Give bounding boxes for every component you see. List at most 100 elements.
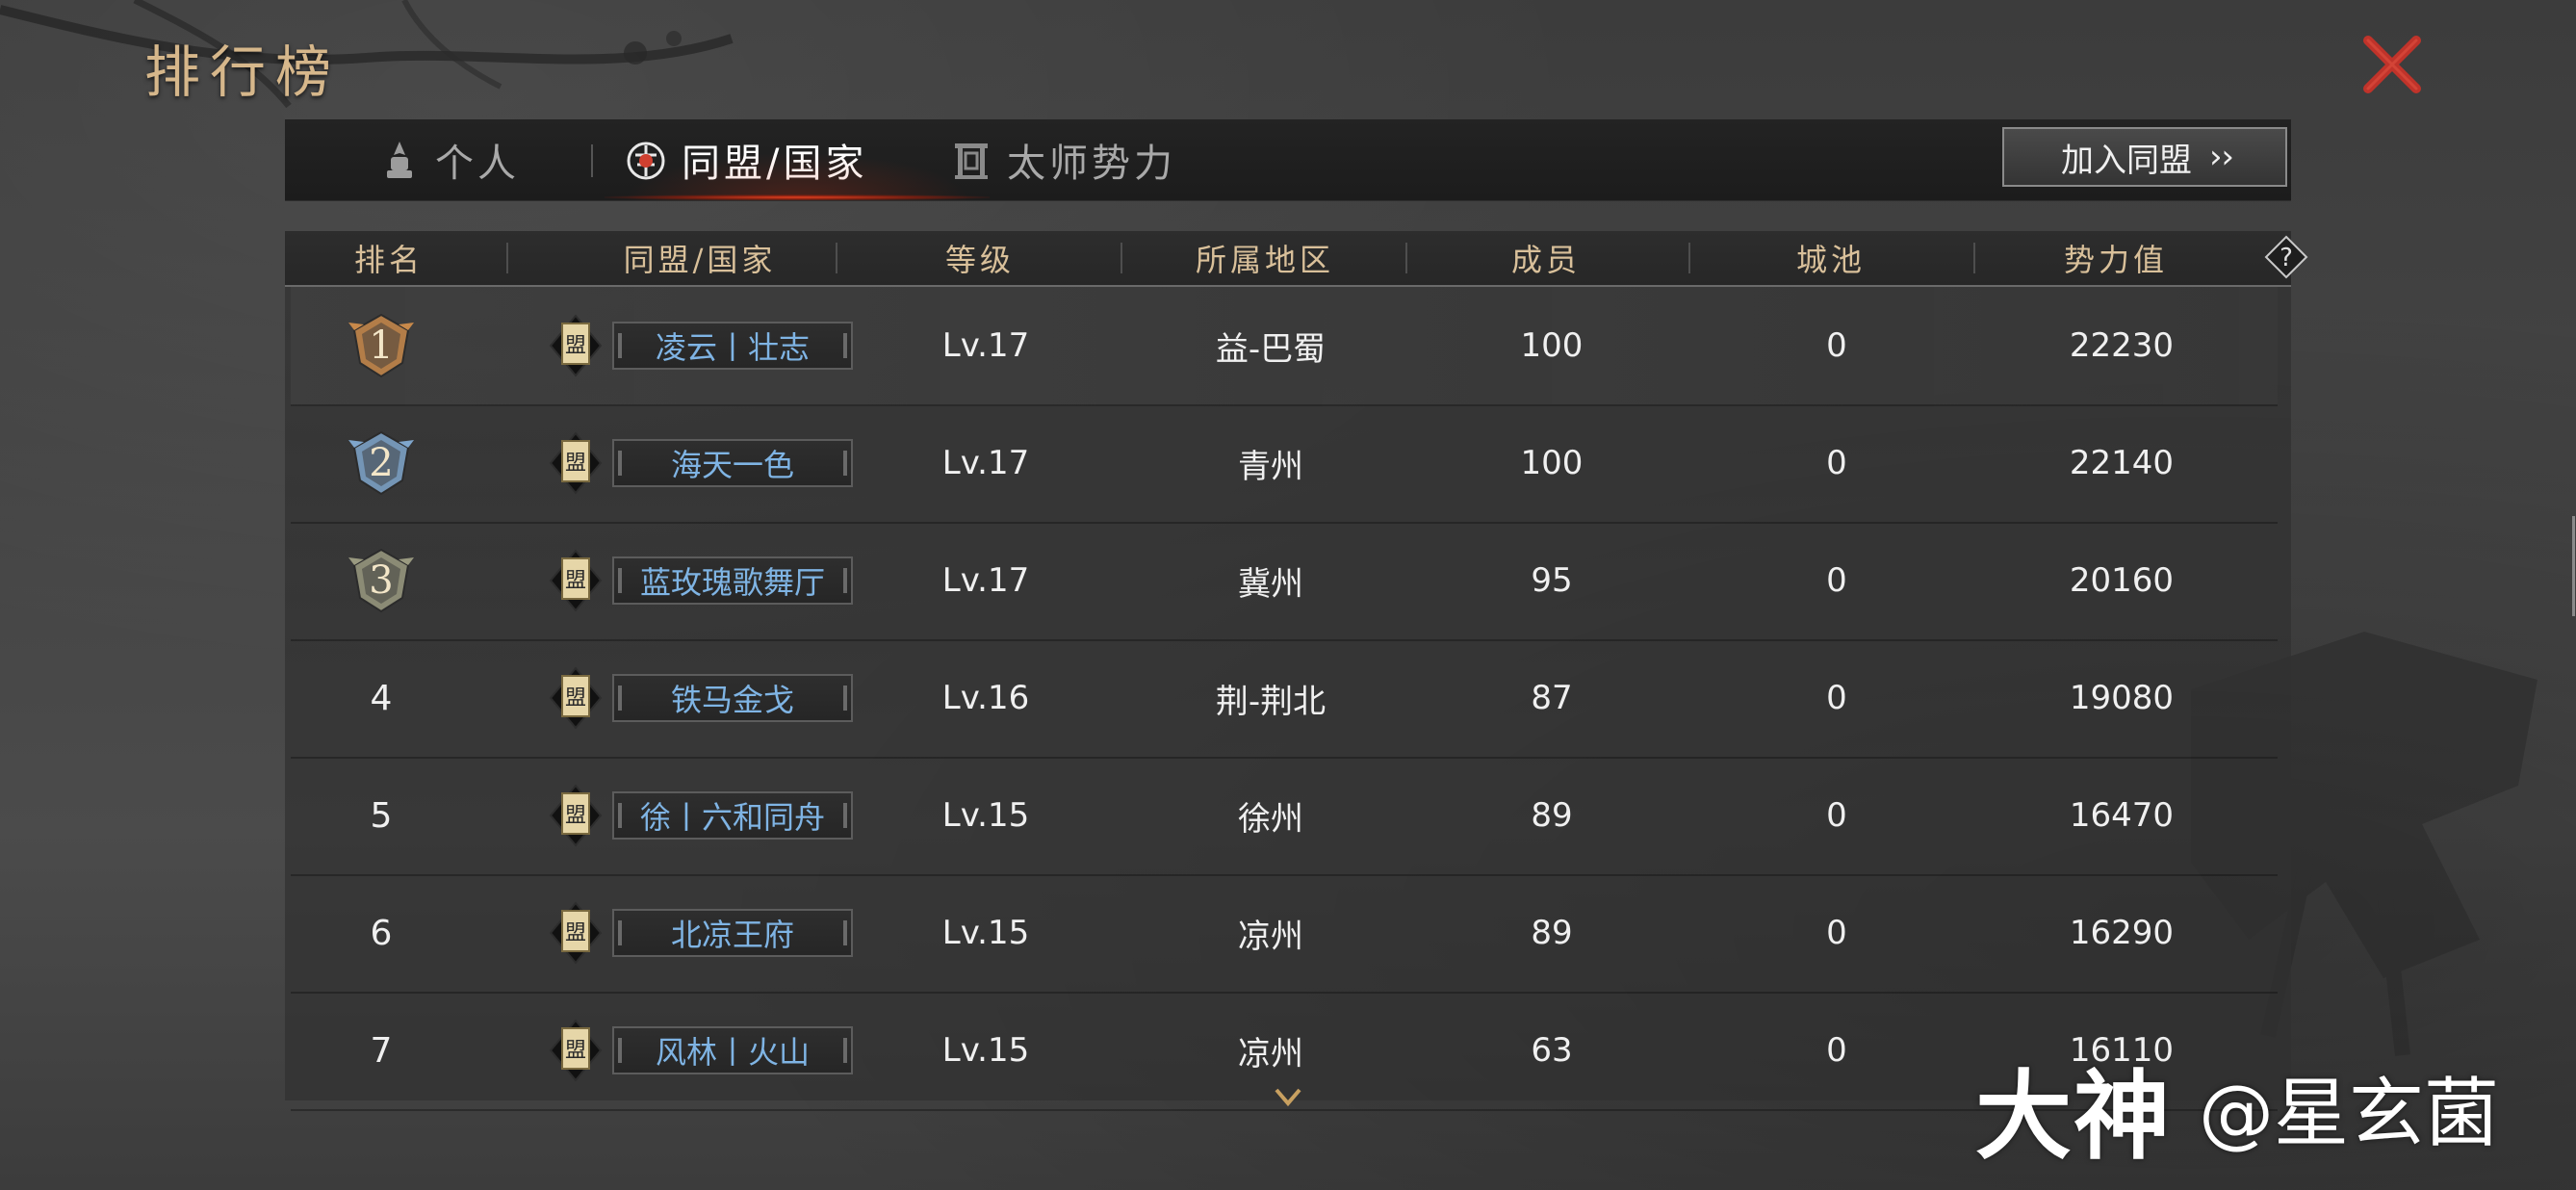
tab-taishi[interactable]: 太师势力 [949,119,1176,200]
rank-number: 1 [369,323,394,368]
ranking-table: 排名 同盟/国家 等级 所属地区 成员 城池 势力值 ? 1 盟 凌云丨壮志 L… [285,231,2575,1111]
region-cell: 青州 [1238,447,1303,486]
level-cell: Lv.15 [941,796,1030,835]
alliance-icon-char: 盟 [565,569,586,593]
cities-cell: 0 [1826,444,1847,482]
col-header-alliance: 同盟/国家 [623,242,777,278]
level-cell: Lv.17 [941,326,1030,365]
table-row[interactable]: 4 盟 铁马金戈 Lv.16 荆-荆北 87 0 19080 [291,639,2278,759]
alliance-name-link[interactable]: 徐丨六和同舟 [612,791,853,840]
col-header-level: 等级 [944,242,1015,278]
alliance-cell: 盟 铁马金戈 [508,639,893,757]
alliance-name: 海天一色 [670,447,794,483]
alliance-cell: 盟 蓝玫瑰歌舞厅 [508,522,893,639]
alliance-banner-icon: 盟 [549,1019,603,1082]
power-cell: 22140 [2069,444,2175,482]
level-cell: Lv.16 [941,679,1030,717]
alliance-cell: 盟 风林丨火山 [508,992,893,1109]
header-divider [506,243,508,273]
alliance-name-link[interactable]: 蓝玫瑰歌舞厅 [612,556,853,605]
members-cell: 89 [1531,914,1573,952]
rank-medal-icon: 2 [347,428,416,498]
table-row[interactable]: 2 盟 海天一色 Lv.17 青州 100 0 22140 [291,404,2278,524]
rank-cell: 5 [337,757,425,874]
level-cell: Lv.17 [941,444,1030,482]
region-cell: 益-巴蜀 [1215,329,1327,369]
col-header-cities: 城池 [1795,242,1866,278]
region-cell: 徐州 [1238,799,1303,839]
region-cell: 凉州 [1238,1034,1303,1074]
scrollbar-thumb[interactable] [2572,516,2575,616]
rank-number: 4 [370,678,393,718]
cities-cell: 0 [1826,679,1847,717]
alliance-name: 凌云丨壮志 [655,329,810,366]
tab-personal[interactable]: 个人 [377,119,520,200]
alliance-icon-char: 盟 [565,1039,586,1063]
svg-text:?: ? [2280,244,2293,272]
rank-cell: 3 [337,522,425,639]
power-cell: 22230 [2069,326,2175,365]
alliance-banner-icon: 盟 [549,901,603,965]
table-row[interactable]: 3 盟 蓝玫瑰歌舞厅 Lv.17 冀州 95 0 20160 [291,522,2278,641]
members-cell: 89 [1531,796,1573,835]
cities-cell: 0 [1826,914,1847,952]
alliance-emblem-icon [627,142,665,180]
col-header-members: 成员 [1510,242,1581,278]
power-cell: 19080 [2069,679,2175,717]
join-alliance-button[interactable]: 加入同盟 › › [2002,127,2287,187]
cities-cell: 0 [1826,326,1847,365]
double-chevron-right-icon: › › [2208,138,2234,176]
rank-medal-icon: 3 [347,546,416,615]
alliance-banner-icon: 盟 [549,549,603,612]
question-diamond-icon[interactable]: ? [2264,235,2308,279]
col-header-power: 势力值 [2063,242,2168,278]
active-tab-underline [605,194,990,200]
alliance-icon-char: 盟 [565,686,586,711]
cities-cell: 0 [1826,1031,1847,1070]
page-title: 排行榜 [144,39,342,105]
alliance-icon-char: 盟 [565,452,586,476]
alliance-name: 风林丨火山 [655,1034,810,1071]
rank-number: 7 [370,1030,393,1071]
table-row[interactable]: 1 盟 凌云丨壮志 Lv.17 益-巴蜀 100 0 22230 [291,287,2278,406]
col-header-region: 所属地区 [1195,242,1334,278]
power-cell: 16290 [2069,914,2175,952]
tab-personal-label: 个人 [435,142,520,186]
alliance-cell: 盟 徐丨六和同舟 [508,757,893,874]
region-cell: 凉州 [1238,917,1303,956]
alliance-cell: 盟 凌云丨壮志 [508,287,893,404]
alliance-name-link[interactable]: 铁马金戈 [612,674,853,722]
tab-bar: 个人 同盟/国家 太师势力 加入同盟 › › [285,119,2291,201]
rank-cell: 7 [337,992,425,1109]
alliance-name-link[interactable]: 海天一色 [612,439,853,487]
alliance-name-link[interactable]: 北凉王府 [612,909,853,957]
alliance-name: 徐丨六和同舟 [639,799,825,836]
watermark-handle: @星玄菌 [2199,1071,2500,1157]
watermark: 大神 @星玄菌 [1975,1049,2500,1173]
alliance-cell: 盟 北凉王府 [508,874,893,992]
tab-divider [591,144,593,177]
level-cell: Lv.17 [941,561,1030,600]
col-header-rank: 排名 [353,242,424,278]
members-cell: 87 [1531,679,1573,717]
rank-cell: 2 [337,404,425,522]
table-row[interactable]: 5 盟 徐丨六和同舟 Lv.15 徐州 89 0 16470 [291,757,2278,876]
cities-cell: 0 [1826,796,1847,835]
alliance-name: 北凉王府 [670,917,794,953]
table-row[interactable]: 6 盟 北凉王府 Lv.15 凉州 89 0 16290 [291,874,2278,994]
watermark-brand: 大神 [1975,1059,2172,1173]
alliance-banner-icon: 盟 [549,666,603,730]
alliance-name-link[interactable]: 凌云丨壮志 [612,322,853,370]
tab-alliance[interactable]: 同盟/国家 [605,119,990,200]
level-cell: Lv.15 [941,1031,1030,1070]
alliance-name-link[interactable]: 风林丨火山 [612,1026,853,1074]
person-helmet-icon [387,142,412,178]
alliance-banner-icon: 盟 [549,784,603,847]
close-icon[interactable] [2358,31,2426,98]
members-cell: 100 [1520,326,1584,365]
rank-cell: 6 [337,874,425,992]
power-cell: 16470 [2069,796,2175,835]
alliance-cell: 盟 海天一色 [508,404,893,522]
alliance-icon-char: 盟 [565,921,586,945]
power-cell: 20160 [2069,561,2175,600]
